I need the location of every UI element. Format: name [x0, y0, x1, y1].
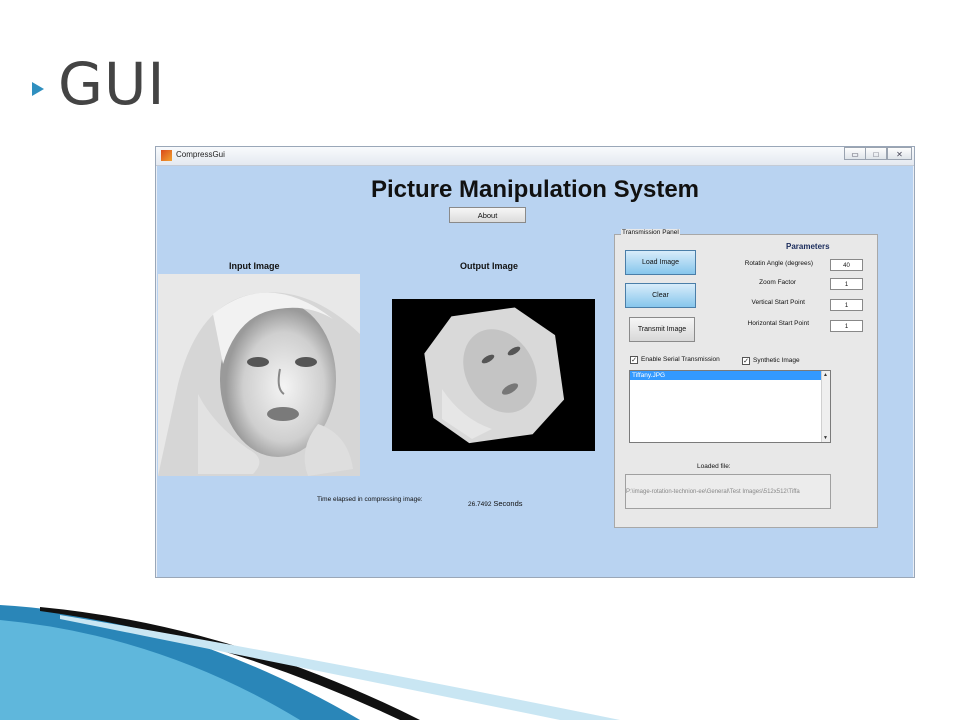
serial-transmission-label: Enable Serial Transmission	[641, 356, 720, 363]
slide-wave-decoration	[0, 605, 620, 720]
window-title: CompressGui	[176, 150, 225, 159]
output-image-label: Output Image	[460, 261, 518, 271]
scroll-down-icon[interactable]: ▼	[823, 435, 828, 441]
time-value-number: 26.7492	[468, 501, 492, 508]
load-image-button[interactable]: Load Image	[625, 250, 696, 275]
slide-bullet-icon	[32, 82, 44, 96]
loaded-file-path-text: P:\image-rotation-technion-ee\General\Te…	[626, 489, 800, 495]
matlab-icon	[161, 150, 172, 161]
close-button[interactable]: ✕	[887, 147, 912, 160]
synthetic-image-label: Synthetic Image	[753, 357, 800, 364]
input-image-label: Input Image	[229, 261, 280, 271]
transmit-image-button[interactable]: Transmit Image	[629, 317, 695, 342]
vertical-start-input[interactable]: 1	[830, 299, 863, 311]
loaded-file-path: P:\image-rotation-technion-ee\General\Te…	[625, 474, 831, 509]
vertical-start-label: Vertical Start Point	[751, 299, 805, 306]
output-image	[392, 299, 595, 451]
synthetic-image-checkbox[interactable]: ✓	[742, 357, 750, 365]
page-title: Picture Manipulation System	[370, 176, 700, 203]
client-area: Picture Manipulation System About Input …	[157, 166, 913, 577]
list-item[interactable]: Tiffany.JPG	[630, 371, 823, 380]
rotation-angle-label: Rotatin Angle (degrees)	[744, 260, 813, 267]
time-elapsed-label: Time elapsed in compressing image:	[317, 496, 423, 503]
minimize-button[interactable]: ▭	[844, 147, 866, 160]
file-listbox[interactable]: Tiffany.JPG ▲ ▼	[629, 370, 831, 443]
zoom-factor-label: Zoom Factor	[759, 279, 796, 286]
time-elapsed-value: 26.7492 Seconds	[468, 499, 523, 508]
horizontal-start-label: Horizontal Start Point	[747, 320, 809, 327]
time-unit: Seconds	[493, 499, 523, 508]
maximize-button[interactable]: □	[865, 147, 887, 160]
horizontal-start-input[interactable]: 1	[830, 320, 863, 332]
loaded-file-label: Loaded file:	[697, 463, 731, 470]
rotation-angle-input[interactable]: 40	[830, 259, 863, 271]
transmission-panel: Transmission Panel Load Image Clear Tran…	[614, 229, 878, 528]
input-image	[158, 274, 360, 476]
serial-transmission-checkbox[interactable]: ✓	[630, 356, 638, 364]
panel-title: Transmission Panel	[621, 229, 680, 236]
scroll-up-icon[interactable]: ▲	[823, 372, 828, 378]
about-button[interactable]: About	[449, 207, 526, 223]
parameters-title: Parameters	[786, 242, 830, 251]
zoom-factor-input[interactable]: 1	[830, 278, 863, 290]
window-titlebar: CompressGui ▭ □ ✕	[156, 147, 914, 166]
slide-title: GUI	[58, 50, 166, 118]
listbox-scrollbar[interactable]: ▲ ▼	[821, 371, 830, 442]
app-window: CompressGui ▭ □ ✕ Picture Manipulation S…	[155, 146, 915, 578]
